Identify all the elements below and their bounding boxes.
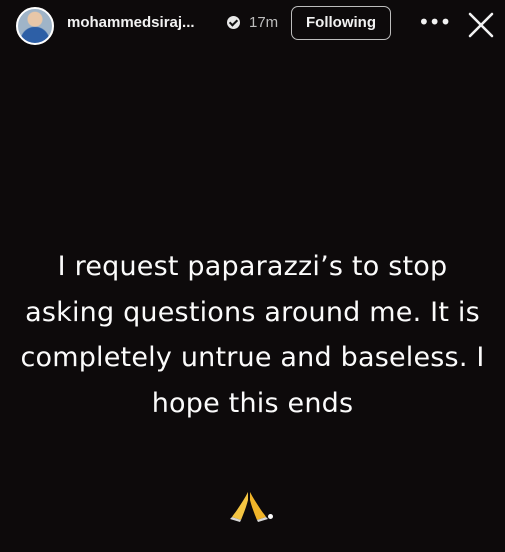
close-icon[interactable] [466, 10, 496, 40]
folded-hands-icon [229, 490, 269, 522]
timestamp: 17m [249, 14, 279, 31]
following-button[interactable]: Following [291, 6, 391, 40]
avatar[interactable] [16, 7, 54, 45]
more-options-icon[interactable]: ••• [418, 10, 451, 34]
username[interactable]: mohammedsiraj... [67, 14, 195, 32]
verified-badge-icon [227, 16, 240, 29]
period-dot [268, 514, 273, 519]
story-viewer[interactable]: mohammedsiraj... 17m Following ••• I req… [0, 0, 505, 552]
story-text: I request paparazzi’s to stop asking que… [20, 251, 485, 419]
story-header: mohammedsiraj... 17m Following ••• [0, 0, 505, 52]
